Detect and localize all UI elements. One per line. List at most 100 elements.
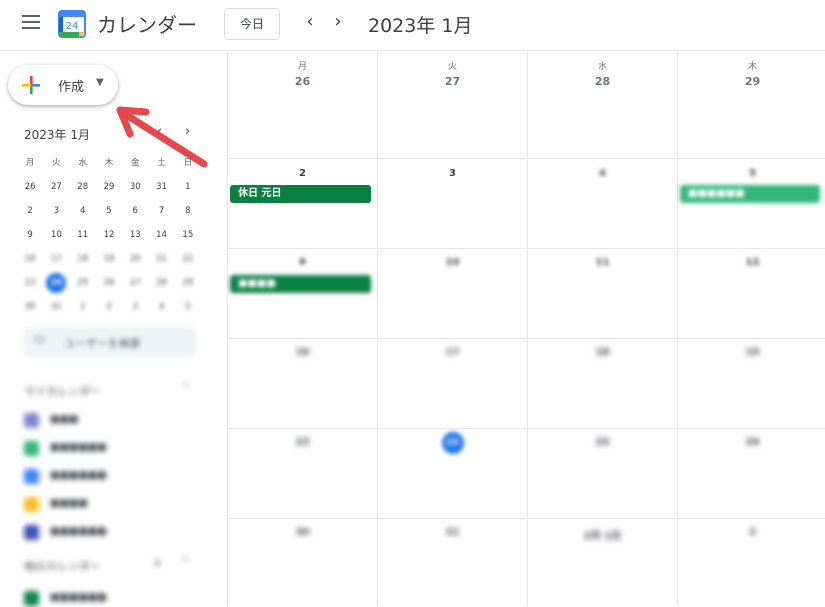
mini-day[interactable]: 2 xyxy=(96,295,122,319)
mini-day[interactable]: 21 xyxy=(148,247,174,271)
today-button[interactable]: 今日 xyxy=(224,8,280,40)
calendar-checkbox[interactable] xyxy=(24,413,39,428)
month-cell-date[interactable]: 24 xyxy=(378,437,527,448)
calendar-checkbox[interactable] xyxy=(24,497,39,512)
month-cell-date[interactable]: 12 xyxy=(678,257,825,268)
people-icon: ⚇ xyxy=(34,333,46,348)
mini-day[interactable]: 18 xyxy=(70,247,96,271)
create-button[interactable]: 作成 ▼ xyxy=(8,65,118,105)
month-cell-date[interactable]: 11 xyxy=(528,257,677,268)
mini-day[interactable]: 15 xyxy=(175,223,201,247)
mini-day[interactable]: 12 xyxy=(96,223,122,247)
calendar-label: ■■■ xyxy=(50,414,79,425)
month-cell-date[interactable]: 2月 1日 xyxy=(528,527,677,542)
calendar-event-chip[interactable]: ■■■■ xyxy=(230,275,371,293)
mini-day[interactable]: 31 xyxy=(148,175,174,199)
other-calendars-header[interactable]: 他のカレンダー xyxy=(24,558,101,574)
mini-day[interactable]: 27 xyxy=(43,175,69,199)
day-number[interactable]: 29 xyxy=(678,75,825,88)
mini-day[interactable]: 27 xyxy=(122,271,148,295)
calendar-checkbox[interactable] xyxy=(24,441,39,456)
mini-day[interactable]: 3 xyxy=(43,199,69,223)
month-cell-date[interactable]: 4 xyxy=(528,168,677,179)
mini-day[interactable]: 22 xyxy=(175,247,201,271)
month-cell-date[interactable]: 9 xyxy=(228,257,377,268)
mini-day[interactable]: 9 xyxy=(17,223,43,247)
mini-day[interactable]: 26 xyxy=(17,175,43,199)
mini-day[interactable]: 5 xyxy=(175,295,201,319)
mini-day[interactable]: 26 xyxy=(96,271,122,295)
month-cell-date[interactable]: 2 xyxy=(678,527,825,538)
mini-day[interactable]: 3 xyxy=(122,295,148,319)
chevron-up-icon-2[interactable]: ⌃ xyxy=(180,556,191,571)
month-cell-date[interactable]: 10 xyxy=(378,257,527,268)
mini-day[interactable]: 11 xyxy=(70,223,96,247)
add-calendar-icon[interactable]: + xyxy=(152,556,163,571)
chevron-up-icon[interactable]: ⌃ xyxy=(180,381,191,396)
mini-day[interactable]: 19 xyxy=(96,247,122,271)
month-cell-date[interactable]: 26 xyxy=(678,437,825,448)
mini-day[interactable]: 28 xyxy=(70,175,96,199)
calendar-event-chip[interactable]: 休日 元日 xyxy=(230,185,371,203)
mini-day[interactable]: 10 xyxy=(43,223,69,247)
calendar-event-chip[interactable]: ■■■■■■ xyxy=(680,185,820,203)
calendar-checkbox[interactable] xyxy=(24,525,39,540)
mini-day[interactable]: 24 xyxy=(43,271,69,295)
mini-day[interactable]: 14 xyxy=(148,223,174,247)
day-column-header: 木 29 xyxy=(678,51,825,88)
day-number[interactable]: 26 xyxy=(228,75,377,88)
mini-day[interactable]: 29 xyxy=(96,175,122,199)
top-bar: 24 カレンダー 今日 ‹ › 2023年 1月 xyxy=(0,0,825,51)
mini-day[interactable]: 7 xyxy=(148,199,174,223)
mini-day[interactable]: 30 xyxy=(122,175,148,199)
hamburger-menu-icon[interactable] xyxy=(22,15,40,29)
plus-icon xyxy=(22,76,40,94)
mini-day[interactable]: 16 xyxy=(17,247,43,271)
day-number[interactable]: 27 xyxy=(378,75,527,88)
mini-day[interactable]: 2 xyxy=(17,199,43,223)
calendar-checkbox[interactable] xyxy=(24,469,39,484)
mini-day[interactable]: 31 xyxy=(43,295,69,319)
mini-day[interactable]: 4 xyxy=(70,199,96,223)
user-search-box[interactable]: ⚇ ユーザーを検索 xyxy=(24,327,196,357)
mini-day[interactable]: 1 xyxy=(70,295,96,319)
mini-day[interactable]: 28 xyxy=(148,271,174,295)
weekday-label: 月 xyxy=(297,62,307,72)
month-cell-date[interactable]: 5 xyxy=(678,168,825,179)
prev-month-button[interactable]: ‹ xyxy=(298,10,322,34)
current-month-label: 2023年 1月 xyxy=(368,15,473,37)
month-cell-date[interactable]: 19 xyxy=(678,347,825,358)
mini-day[interactable]: 8 xyxy=(175,199,201,223)
my-calendars-header[interactable]: マイカレンダー xyxy=(24,383,101,399)
mini-day[interactable]: 20 xyxy=(122,247,148,271)
mini-day[interactable]: 4 xyxy=(148,295,174,319)
weekday-label: 木 xyxy=(747,62,757,72)
month-cell-date[interactable]: 17 xyxy=(378,347,527,358)
month-cell-date[interactable]: 18 xyxy=(528,347,677,358)
mini-day[interactable]: 30 xyxy=(17,295,43,319)
mini-day[interactable]: 23 xyxy=(17,271,43,295)
month-cell-date[interactable]: 25 xyxy=(528,437,677,448)
mini-day[interactable]: 25 xyxy=(70,271,96,295)
month-cell-date[interactable]: 3 xyxy=(378,168,527,179)
caret-down-icon: ▼ xyxy=(96,77,104,88)
calendar-checkbox[interactable] xyxy=(24,591,39,606)
month-cell-date[interactable]: 23 xyxy=(228,437,377,448)
mini-day[interactable]: 1 xyxy=(175,175,201,199)
month-cell-date[interactable]: 30 xyxy=(228,527,377,538)
mini-calendar-title: 2023年 1月 xyxy=(24,128,90,142)
mini-day[interactable]: 6 xyxy=(122,199,148,223)
month-cell-date[interactable]: 31 xyxy=(378,527,527,538)
mini-day[interactable]: 29 xyxy=(175,271,201,295)
weekday-label: 火 xyxy=(447,62,457,72)
mini-day[interactable]: 5 xyxy=(96,199,122,223)
mini-day[interactable]: 17 xyxy=(43,247,69,271)
day-number[interactable]: 28 xyxy=(528,75,677,88)
calendar-label: ■■■■■■ xyxy=(50,470,107,481)
next-month-button[interactable]: › xyxy=(326,10,350,34)
user-search-placeholder: ユーザーを検索 xyxy=(64,337,141,350)
app-title: カレンダー xyxy=(97,13,197,37)
mini-day[interactable]: 13 xyxy=(122,223,148,247)
month-cell-date[interactable]: 16 xyxy=(228,347,377,358)
month-cell-date[interactable]: 2 xyxy=(228,168,377,179)
